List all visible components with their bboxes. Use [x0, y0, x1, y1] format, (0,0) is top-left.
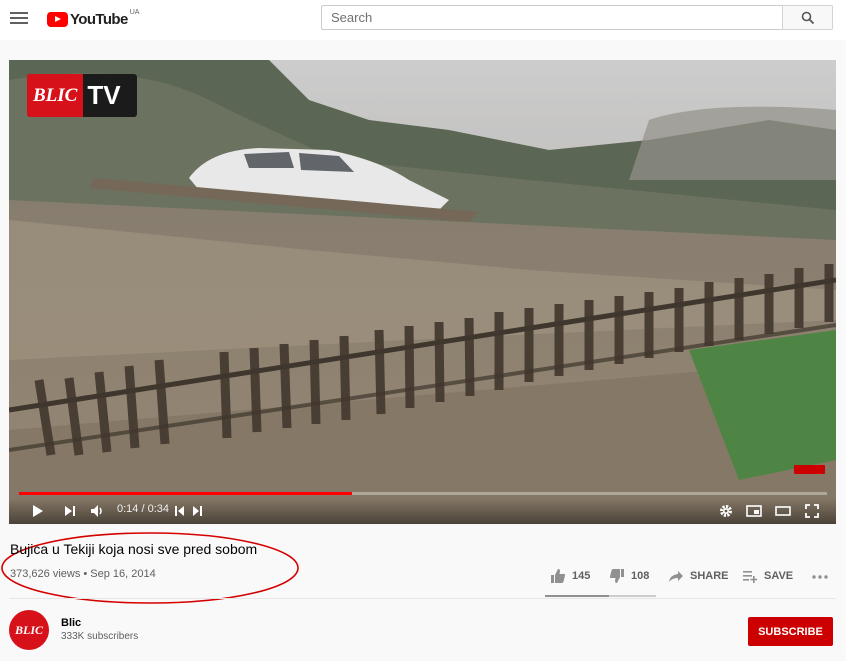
chapter-prev-icon[interactable]: [171, 502, 189, 520]
save-label: SAVE: [764, 570, 794, 582]
masthead: YouTube UA: [0, 0, 846, 40]
duration: 0:34: [147, 503, 170, 515]
theater-mode-icon[interactable]: [774, 502, 792, 520]
divider: [9, 598, 836, 599]
hamburger-menu-icon[interactable]: [10, 10, 28, 26]
search-button[interactable]: [782, 5, 833, 30]
time-display: 0:14 / 0:34: [117, 503, 169, 515]
more-actions-icon[interactable]: [811, 568, 835, 584]
save-button[interactable]: SAVE: [742, 568, 793, 584]
like-button[interactable]: 145: [550, 568, 590, 584]
share-arrow-icon: [669, 571, 683, 582]
progress-bar[interactable]: [19, 492, 827, 495]
search-input[interactable]: [322, 6, 782, 29]
sentiment-bar: [545, 595, 656, 597]
country-code: UA: [129, 8, 140, 16]
logo-text: YouTube: [70, 10, 128, 28]
progress-played: [19, 492, 352, 495]
volume-icon[interactable]: [88, 502, 106, 520]
search-icon: [801, 11, 814, 24]
blic-tv-watermark-logo: BLIC TV: [27, 74, 137, 117]
sentiment-like-portion: [545, 595, 609, 597]
search-box: [321, 5, 782, 30]
next-icon[interactable]: [61, 502, 79, 520]
settings-gear-icon[interactable]: [717, 502, 735, 520]
like-count: 145: [572, 570, 591, 582]
dislike-count: 108: [631, 570, 650, 582]
video-player[interactable]: BLIC TV 0:14 / 0:34: [9, 60, 836, 524]
play-icon[interactable]: [28, 502, 46, 520]
video-frame: [9, 60, 836, 524]
miniplayer-icon[interactable]: [745, 502, 763, 520]
channel-name[interactable]: Blic: [61, 617, 81, 629]
add-to-playlist-icon: [743, 571, 758, 583]
channel-avatar[interactable]: BLIC: [9, 610, 49, 650]
chapter-next-icon[interactable]: [189, 502, 207, 520]
youtube-play-logo-icon: [47, 11, 68, 27]
blic-logo-text: BLIC: [27, 74, 84, 117]
share-label: SHARE: [690, 570, 729, 582]
fullscreen-icon[interactable]: [803, 502, 821, 520]
dislike-button[interactable]: 108: [609, 568, 649, 584]
video-actions: 145 108 SHARE SAVE: [0, 568, 846, 588]
tv-logo-text: TV: [87, 80, 121, 110]
subscribe-button[interactable]: SUBSCRIBE: [748, 617, 833, 646]
avatar-logo-text: BLIC: [14, 622, 43, 637]
time-separator: /: [138, 503, 148, 515]
player-controls: 0:14 / 0:34: [9, 498, 836, 524]
share-button[interactable]: SHARE: [668, 568, 729, 584]
subscriber-count: 333K subscribers: [61, 631, 139, 642]
current-time: 0:14: [117, 503, 139, 515]
youtube-logo[interactable]: YouTube UA: [47, 8, 140, 28]
thumbs-down-icon: [609, 569, 624, 583]
youtube-watermark-icon[interactable]: [794, 465, 825, 474]
video-title: Bujica u Tekiji koja nosi sve pred sobom: [10, 541, 258, 557]
thumbs-up-icon: [551, 569, 566, 583]
